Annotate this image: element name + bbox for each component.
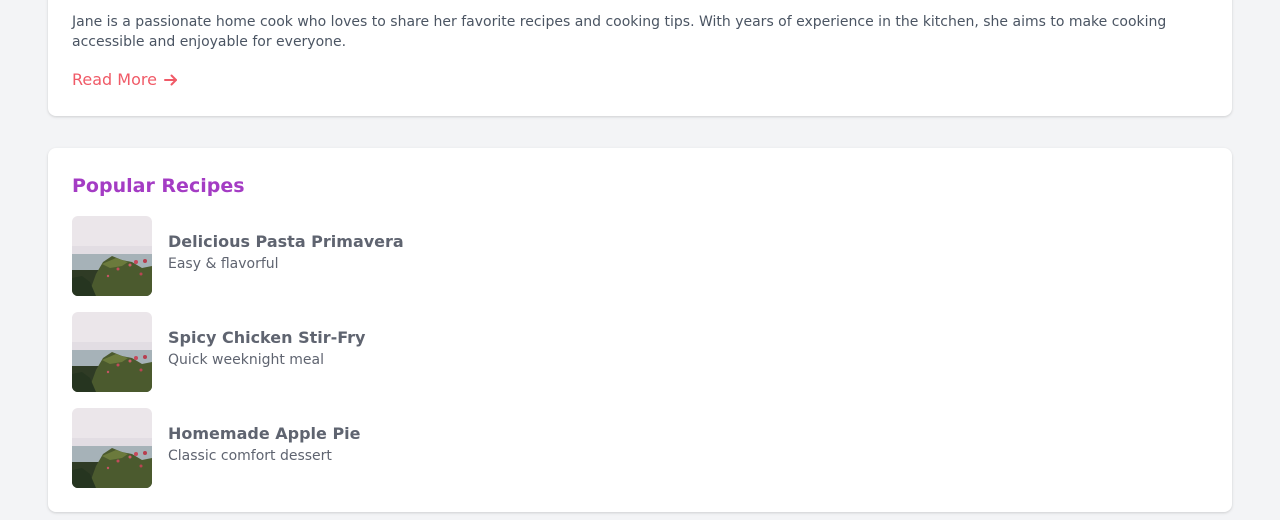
recipe-name[interactable]: Spicy Chicken Stir-Fry	[168, 327, 365, 349]
recipe-thumbnail[interactable]	[72, 216, 152, 296]
arrow-right-icon	[163, 72, 179, 88]
coastal-landscape-thumbnail	[72, 312, 152, 392]
recipe-description: Quick weeknight meal	[168, 351, 325, 368]
coastal-landscape-thumbnail	[72, 216, 152, 296]
recipe-list: Delicious Pasta Primavera Easy & flavorf…	[72, 216, 1208, 504]
recipe-item[interactable]: Spicy Chicken Stir-Fry Quick weeknight m…	[72, 312, 1208, 392]
recipe-name[interactable]: Homemade Apple Pie	[168, 423, 361, 445]
recipe-description: Easy & flavorful	[168, 255, 279, 272]
recipe-name[interactable]: Delicious Pasta Primavera	[168, 231, 404, 253]
coastal-landscape-thumbnail	[72, 408, 152, 488]
recipe-thumbnail[interactable]	[72, 408, 152, 488]
read-more-link[interactable]: Read More	[72, 69, 179, 91]
popular-recipes-title: Popular Recipes	[72, 175, 245, 197]
author-bio-text: Jane is a passionate home cook who loves…	[72, 14, 1167, 50]
recipe-text: Homemade Apple Pie Classic comfort desse…	[168, 423, 361, 466]
recipe-thumbnail[interactable]	[72, 312, 152, 392]
popular-recipes-card: Popular Recipes Delicious Pasta Primaver…	[48, 148, 1232, 512]
author-bio-card: Jane is a passionate home cook who loves…	[48, 0, 1232, 116]
recipe-description: Classic comfort dessert	[168, 447, 332, 464]
recipe-text: Delicious Pasta Primavera Easy & flavorf…	[168, 231, 404, 274]
read-more-label: Read More	[72, 70, 157, 89]
recipe-item[interactable]: Homemade Apple Pie Classic comfort desse…	[72, 408, 1208, 488]
recipe-text: Spicy Chicken Stir-Fry Quick weeknight m…	[168, 327, 365, 370]
recipe-item[interactable]: Delicious Pasta Primavera Easy & flavorf…	[72, 216, 1208, 296]
